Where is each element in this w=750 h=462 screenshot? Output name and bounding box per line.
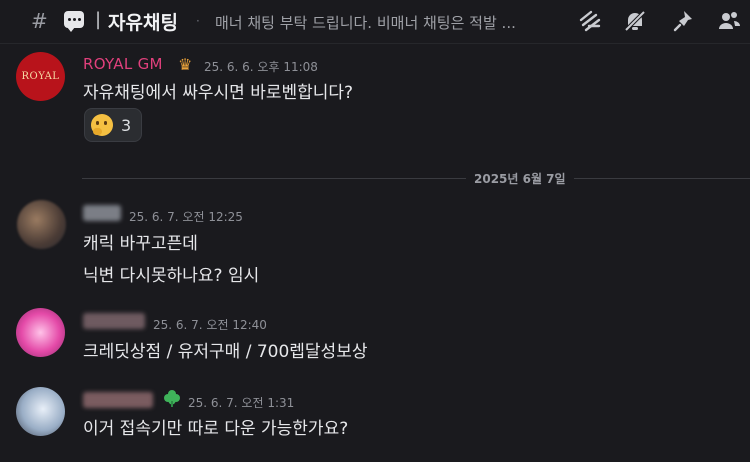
avatar[interactable] [17, 200, 66, 249]
clover-icon [164, 390, 180, 407]
message-text: 닉변 다시못하나요? 임시 [83, 266, 260, 286]
timestamp: 25. 6. 7. 오전 1:31 [188, 396, 295, 410]
channel-name: 자유채팅 [108, 12, 178, 34]
chat-bubble-icon [64, 11, 84, 32]
topic-dot: · [196, 14, 200, 28]
message-text: 캐릭 바꾸고픈데 [83, 234, 198, 254]
avatar[interactable] [16, 308, 65, 357]
pin-icon[interactable] [671, 8, 697, 34]
avatar[interactable]: ROYAL [16, 52, 65, 101]
author-name[interactable]: ROYAL GM [83, 55, 163, 73]
header-separator: | [95, 9, 102, 30]
message-text: 자유채팅에서 싸우시면 바로벤합니다? [83, 83, 354, 103]
thinking-face-icon [91, 114, 113, 136]
channel-hash-icon: # [31, 9, 48, 33]
message-text: 이거 접속기만 따로 다운 가능한가요? [83, 419, 349, 439]
date-divider [82, 178, 750, 179]
reaction-count: 3 [121, 115, 132, 135]
author-name-blurred[interactable] [83, 205, 121, 221]
members-icon[interactable] [716, 8, 742, 34]
date-divider-label: 2025년 6월 7일 [466, 170, 574, 187]
timestamp: 25. 6. 6. 오후 11:08 [204, 60, 318, 74]
timestamp: 25. 6. 7. 오전 12:25 [129, 210, 243, 224]
reaction-button[interactable]: 3 [84, 108, 142, 142]
avatar[interactable] [16, 387, 65, 436]
author-name-blurred[interactable] [83, 313, 145, 329]
mute-bell-icon[interactable] [622, 8, 648, 34]
avatar-logo-text: ROYAL [21, 71, 60, 82]
message-text: 크레딧상점 / 유저구매 / 700렙달성보상 [83, 342, 368, 362]
channel-header: # | 자유채팅 · 매너 채팅 부탁 드립니다. 비매너 채팅은 적발 ... [0, 0, 750, 44]
crown-icon: ♛ [178, 55, 193, 74]
channel-topic[interactable]: 매너 채팅 부탁 드립니다. 비매너 채팅은 적발 ... [215, 12, 560, 33]
author-name-blurred[interactable] [83, 392, 153, 408]
timestamp: 25. 6. 7. 오전 12:40 [153, 318, 267, 332]
threads-icon[interactable] [577, 8, 603, 34]
